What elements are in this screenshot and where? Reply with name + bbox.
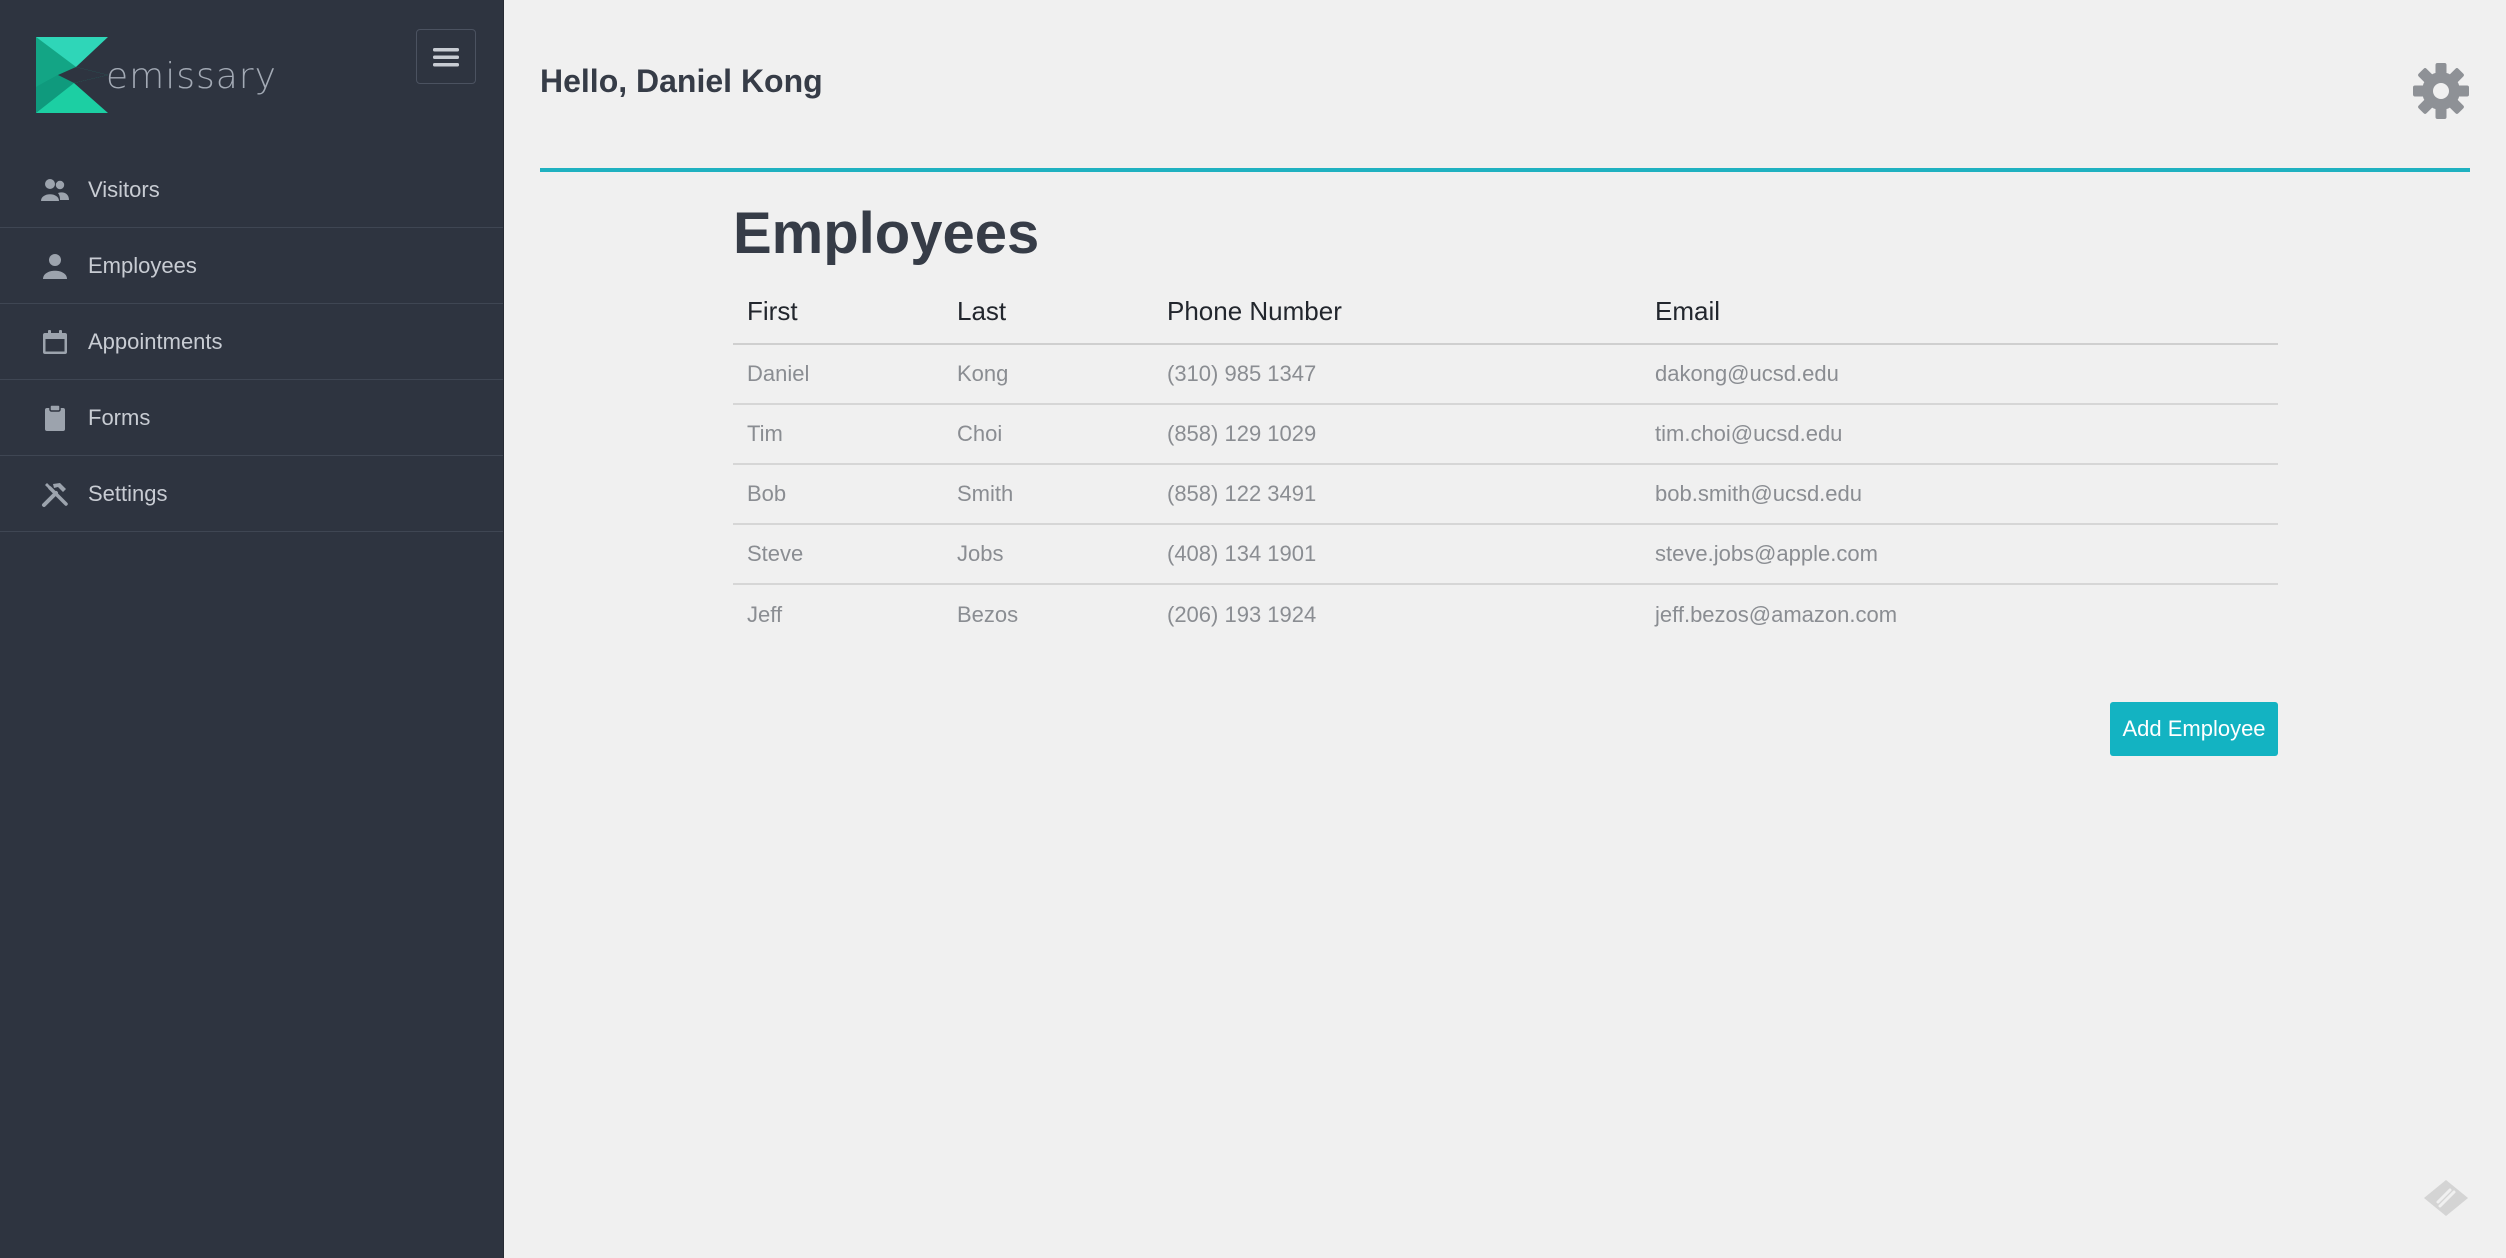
cell-phone: (858) 129 1029	[1153, 404, 1641, 465]
column-header-phone[interactable]: Phone Number	[1153, 280, 1641, 345]
logo-wordmark: emissary	[106, 55, 277, 97]
sidebar-item-settings[interactable]: Settings	[0, 456, 503, 532]
cell-email: bob.smith@ucsd.edu	[1641, 464, 2278, 525]
cell-last: Kong	[943, 344, 1153, 405]
column-header-last[interactable]: Last	[943, 280, 1153, 345]
cell-email: dakong@ucsd.edu	[1641, 344, 2278, 405]
cell-first: Daniel	[733, 344, 943, 405]
table-row[interactable]: Tim Choi (858) 129 1029 tim.choi@ucsd.ed…	[733, 404, 2278, 465]
emissary-logo[interactable]: emissary	[36, 37, 277, 113]
sidebar-item-employees[interactable]: Employees	[0, 228, 503, 304]
cell-last: Choi	[943, 404, 1153, 465]
sidebar: emissary Visitors Employees Appointments…	[0, 0, 504, 1258]
sidebar-nav: Visitors Employees Appointments Forms Se…	[0, 152, 503, 532]
column-header-first[interactable]: First	[733, 280, 943, 345]
sidebar-item-label: Visitors	[88, 176, 160, 202]
employees-table: First Last Phone Number Email Daniel Kon…	[733, 280, 2278, 644]
cell-email: steve.jobs@apple.com	[1641, 524, 2278, 585]
calendar-icon	[40, 327, 70, 357]
settings-gear-button[interactable]	[2412, 62, 2470, 120]
hamburger-menu-icon	[433, 47, 459, 66]
header-divider	[540, 168, 2470, 172]
cell-phone: (858) 122 3491	[1153, 464, 1641, 525]
cell-email: tim.choi@ucsd.edu	[1641, 404, 2278, 465]
tools-icon	[40, 479, 70, 509]
page-title: Employees	[733, 201, 1040, 266]
column-header-email[interactable]: Email	[1641, 280, 2278, 345]
sidebar-item-appointments[interactable]: Appointments	[0, 304, 503, 380]
cell-last: Bezos	[957, 601, 1019, 627]
gear-icon	[2413, 63, 2469, 119]
menu-toggle-button[interactable]	[416, 29, 476, 84]
table-row[interactable]: Steve Jobs (408) 134 1901 steve.jobs@app…	[733, 524, 2278, 585]
sidebar-item-label: Appointments	[88, 328, 223, 354]
table-row[interactable]: Daniel Kong (310) 985 1347 dakong@ucsd.e…	[733, 344, 2278, 405]
feedback-button[interactable]	[2422, 1178, 2470, 1218]
greeting-text: Hello, Daniel Kong	[540, 63, 823, 99]
cell-first: Steve	[733, 524, 943, 585]
sidebar-item-visitors[interactable]: Visitors	[0, 152, 503, 228]
cell-phone: (206) 193 1924	[1167, 601, 1317, 627]
table-header-row: First Last Phone Number Email	[733, 280, 2278, 345]
cell-first: Jeff	[747, 601, 783, 627]
clipboard-icon	[40, 403, 70, 433]
cell-last: Jobs	[943, 524, 1153, 585]
logo-mark-icon	[36, 37, 108, 113]
cell-last: Smith	[943, 464, 1153, 525]
visitors-icon	[40, 175, 70, 205]
table-row[interactable]: Bob Smith (858) 122 3491 bob.smith@ucsd.…	[733, 464, 2278, 525]
employee-icon	[40, 251, 70, 281]
cell-first: Bob	[733, 464, 943, 525]
sidebar-item-label: Forms	[88, 404, 151, 430]
sidebar-item-forms[interactable]: Forms	[0, 380, 503, 456]
table-row[interactable]: Jeff Bezos (206) 193 1924 jeff.bezos@ama…	[733, 584, 2278, 644]
cell-phone: (408) 134 1901	[1153, 524, 1641, 585]
add-employee-button[interactable]: Add Employee	[2110, 702, 2278, 756]
sidebar-item-label: Employees	[88, 252, 197, 278]
cell-email: jeff.bezos@amazon.com	[1655, 601, 1898, 627]
cell-first: Tim	[733, 404, 943, 465]
cell-phone: (310) 985 1347	[1153, 344, 1641, 405]
feedback-icon	[2424, 1180, 2468, 1216]
sidebar-item-label: Settings	[88, 480, 168, 506]
